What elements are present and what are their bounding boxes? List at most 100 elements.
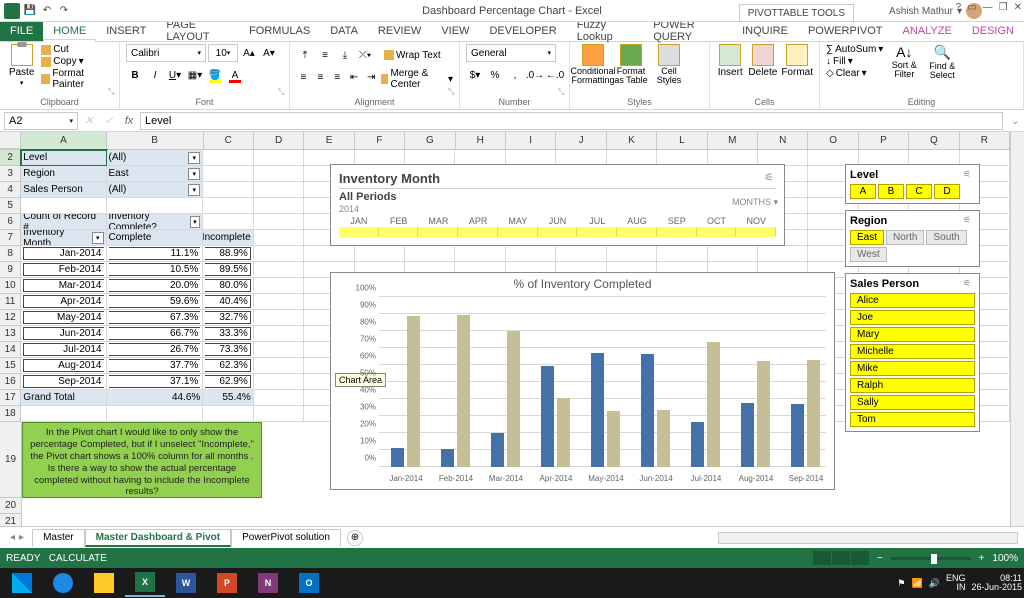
timeline-segment[interactable] [617,227,657,237]
column-header[interactable]: P [859,132,909,149]
align-top-icon[interactable]: ⤒ [296,46,314,64]
bar-incomplete[interactable] [607,411,620,467]
sheet-tab[interactable]: PowerPivot solution [231,529,341,547]
tab-data[interactable]: DATA [320,21,368,41]
italic-button[interactable]: I [146,66,164,84]
fill-button[interactable]: ↓ Fill ▾ [826,56,883,67]
indent-dec-icon[interactable]: ⇤ [347,68,362,86]
cell[interactable] [203,406,253,422]
cell[interactable]: Region [21,166,106,182]
tab-view[interactable]: VIEW [431,21,479,41]
cell[interactable]: 44.6% [107,390,204,406]
timeline-segment[interactable] [736,227,776,237]
row-header[interactable]: 2 [0,150,21,166]
column-header[interactable]: G [405,132,455,149]
timeline-slicer[interactable]: Inventory Month ⚟ All Periods MONTHS ▾ 2… [330,164,785,246]
cell[interactable] [203,198,253,214]
wrap-text-button[interactable]: Wrap Text [384,46,441,64]
row-header[interactable]: 17 [0,390,21,406]
align-left-icon[interactable]: ≡ [296,68,311,86]
cell[interactable] [254,166,304,182]
cell[interactable]: Level [21,150,106,166]
name-box[interactable]: A2▾ [4,112,78,130]
cell[interactable]: 37.1% [107,374,204,390]
timeline-segment[interactable] [458,227,498,237]
slicer-item[interactable]: East [850,230,884,245]
help-icon[interactable]: ? [956,2,962,13]
timeline-segment[interactable] [498,227,538,237]
column-header[interactable]: D [254,132,304,149]
taskbar-explorer[interactable] [84,569,124,597]
cell[interactable]: Sales Person [21,182,106,198]
cell[interactable]: Feb-2014 [21,262,106,278]
bar-complete[interactable] [441,449,454,467]
cell[interactable] [254,342,304,358]
column-header[interactable]: H [456,132,506,149]
row-header[interactable]: 16 [0,374,21,390]
bar-incomplete[interactable] [807,360,820,467]
slicer-region[interactable]: Region ⚟ EastNorthSouthWest [845,210,980,267]
tab-formulas[interactable]: FORMULAS [239,21,320,41]
cell[interactable] [607,246,657,262]
tab-design[interactable]: DESIGN [962,21,1024,41]
tray-volume-icon[interactable]: 🔊 [929,578,940,589]
cell[interactable]: Count of Record # [21,214,106,230]
cell[interactable] [21,198,106,214]
cell[interactable] [254,326,304,342]
align-right-icon[interactable]: ≡ [330,68,345,86]
cell[interactable]: Jul-2014 [21,342,106,358]
slicer-item[interactable]: West [850,247,887,262]
cell[interactable]: 88.9% [203,246,253,262]
cell[interactable]: 10.5% [107,262,204,278]
taskbar-excel[interactable]: X [125,569,165,597]
cell[interactable]: 37.7% [107,358,204,374]
insert-cells-button[interactable]: Insert [716,44,744,78]
border-button[interactable]: ▦▾ [186,66,204,84]
cell[interactable] [506,246,556,262]
sheet-tab[interactable]: Master [32,529,85,547]
slicer-item[interactable]: C [906,184,932,199]
system-tray[interactable]: ⚑ 📶 🔊 ENGIN 08:1126-Jun-2015 [897,574,1022,592]
slicer-item[interactable]: D [934,184,960,199]
timeline-segment[interactable] [339,227,379,237]
tab-power-query[interactable]: POWER QUERY [643,21,732,41]
zoom-in-icon[interactable]: + [979,553,985,564]
cell[interactable]: 32.7% [203,310,253,326]
enter-icon[interactable]: ✓ [100,114,118,127]
comma-icon[interactable]: , [506,66,524,84]
font-size-select[interactable]: 10▾ [208,44,238,62]
orientation-icon[interactable]: ⤬▾ [356,46,374,64]
cell[interactable] [203,150,253,166]
bar-complete[interactable] [641,354,654,467]
sort-filter-button[interactable]: A↓Sort & Filter [887,44,921,79]
cell[interactable] [758,246,808,262]
slicer-item[interactable]: Michelle [850,344,975,359]
slicer-item[interactable]: Mike [850,361,975,376]
cell[interactable] [254,246,304,262]
bar-incomplete[interactable] [557,398,570,467]
cell[interactable]: Apr-2014 [21,294,106,310]
column-header[interactable]: J [556,132,606,149]
column-header[interactable]: K [607,132,657,149]
bold-button[interactable]: B [126,66,144,84]
cell[interactable] [107,406,204,422]
cell[interactable] [254,294,304,310]
tray-flag-icon[interactable]: ⚑ [897,578,905,589]
slicer-item[interactable]: Sally [850,395,975,410]
bar-incomplete[interactable] [407,316,420,467]
cell[interactable]: (All)▾ [107,150,204,166]
cell[interactable] [254,262,304,278]
cell[interactable] [355,246,405,262]
row-header[interactable]: 5 [0,198,21,214]
paste-button[interactable]: Paste▾ [6,44,37,87]
vertical-scrollbar[interactable] [1010,132,1024,526]
redo-icon[interactable]: ↷ [57,4,71,18]
cell[interactable]: 62.9% [203,374,253,390]
bar-complete[interactable] [791,404,804,467]
tab-page-layout[interactable]: PAGE LAYOUT [156,21,239,41]
zoom-level[interactable]: 100% [992,553,1018,564]
align-middle-icon[interactable]: ≡ [316,46,334,64]
merge-center-button[interactable]: Merge & Center ▾ [381,68,453,90]
timeline-segment[interactable] [657,227,697,237]
bar-complete[interactable] [741,403,754,467]
